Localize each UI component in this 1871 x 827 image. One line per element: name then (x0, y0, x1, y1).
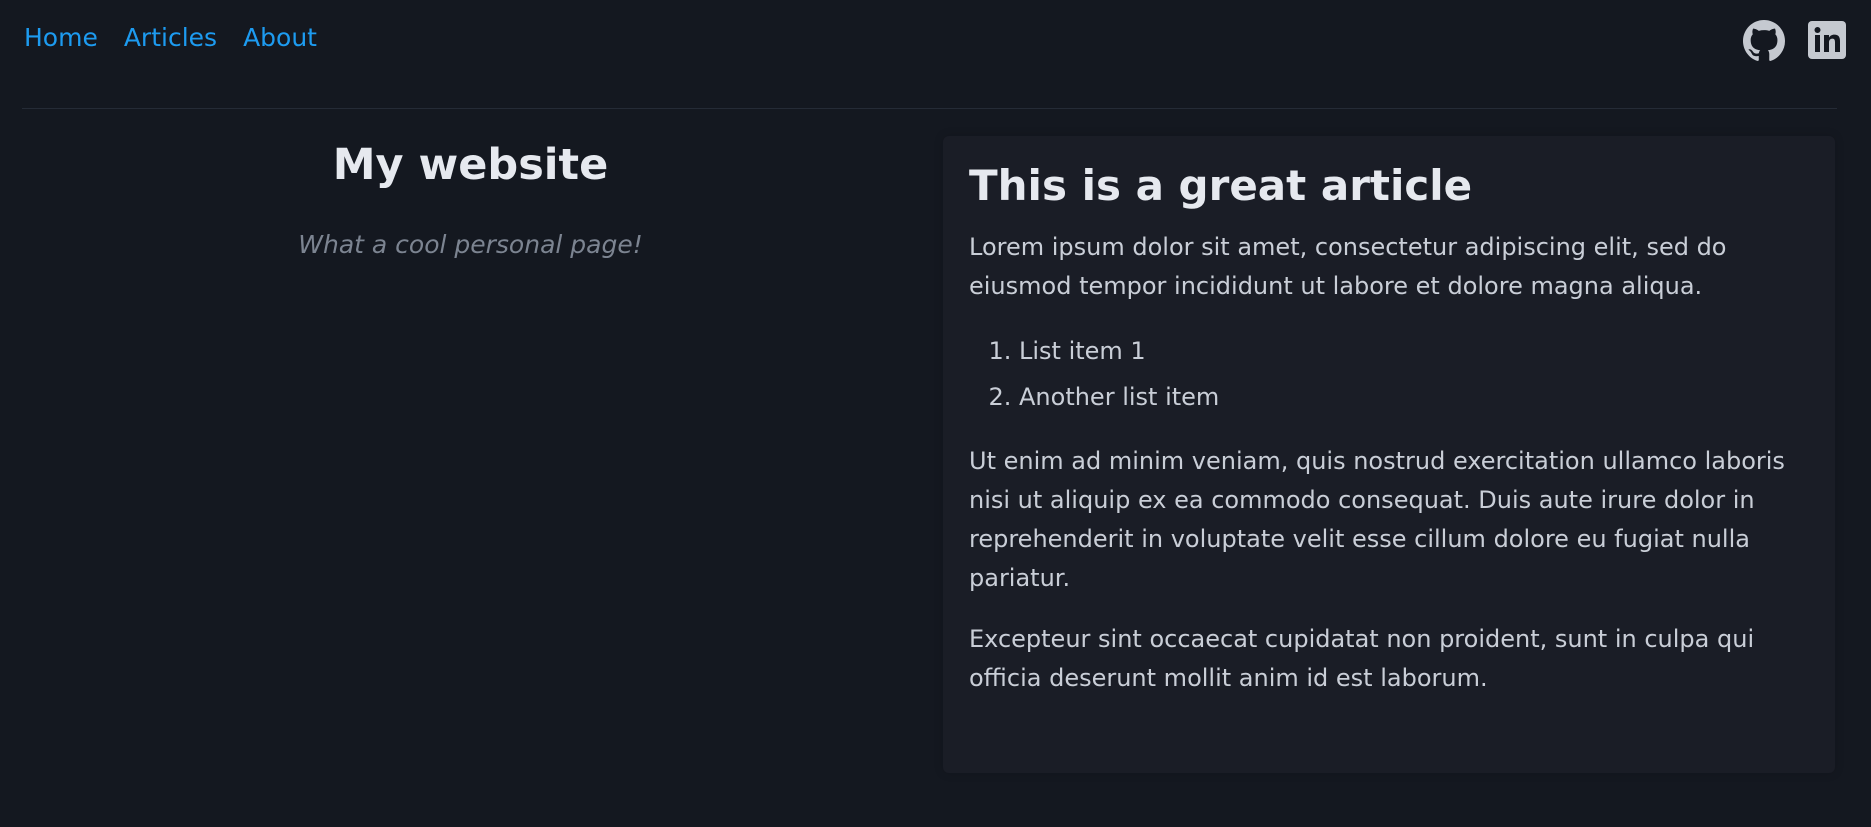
github-icon (1743, 20, 1785, 61)
site-title: My website (332, 140, 609, 190)
linkedin-icon (1808, 21, 1846, 59)
page: Home Articles About My website What a co… (0, 0, 1871, 827)
article-paragraph: Ut enim ad minim veniam, quis nostrud ex… (969, 447, 1785, 592)
article-paragraph: Lorem ipsum dolor sit amet, consectetur … (969, 233, 1727, 300)
hero-section: My website What a cool personal page! (22, 130, 919, 262)
social-links (1743, 20, 1849, 62)
linkedin-link[interactable] (1807, 20, 1849, 62)
list-item: List item 1 (1019, 328, 1809, 374)
list-item: Another list item (1019, 374, 1809, 420)
article-title: This is a great article (969, 161, 1473, 210)
article-list: List item 1 Another list item (969, 328, 1809, 420)
nav-link-about[interactable]: About (243, 18, 317, 58)
nav-link-home[interactable]: Home (24, 18, 98, 58)
header-divider (22, 108, 1837, 109)
nav-link-articles[interactable]: Articles (124, 18, 217, 58)
top-navigation: Home Articles About (24, 18, 317, 58)
article-card: This is a great article Lorem ipsum dolo… (943, 136, 1835, 773)
site-tagline: What a cool personal page! (298, 230, 643, 259)
github-link[interactable] (1743, 20, 1785, 62)
article-paragraph: Excepteur sint occaecat cupidatat non pr… (969, 625, 1755, 692)
